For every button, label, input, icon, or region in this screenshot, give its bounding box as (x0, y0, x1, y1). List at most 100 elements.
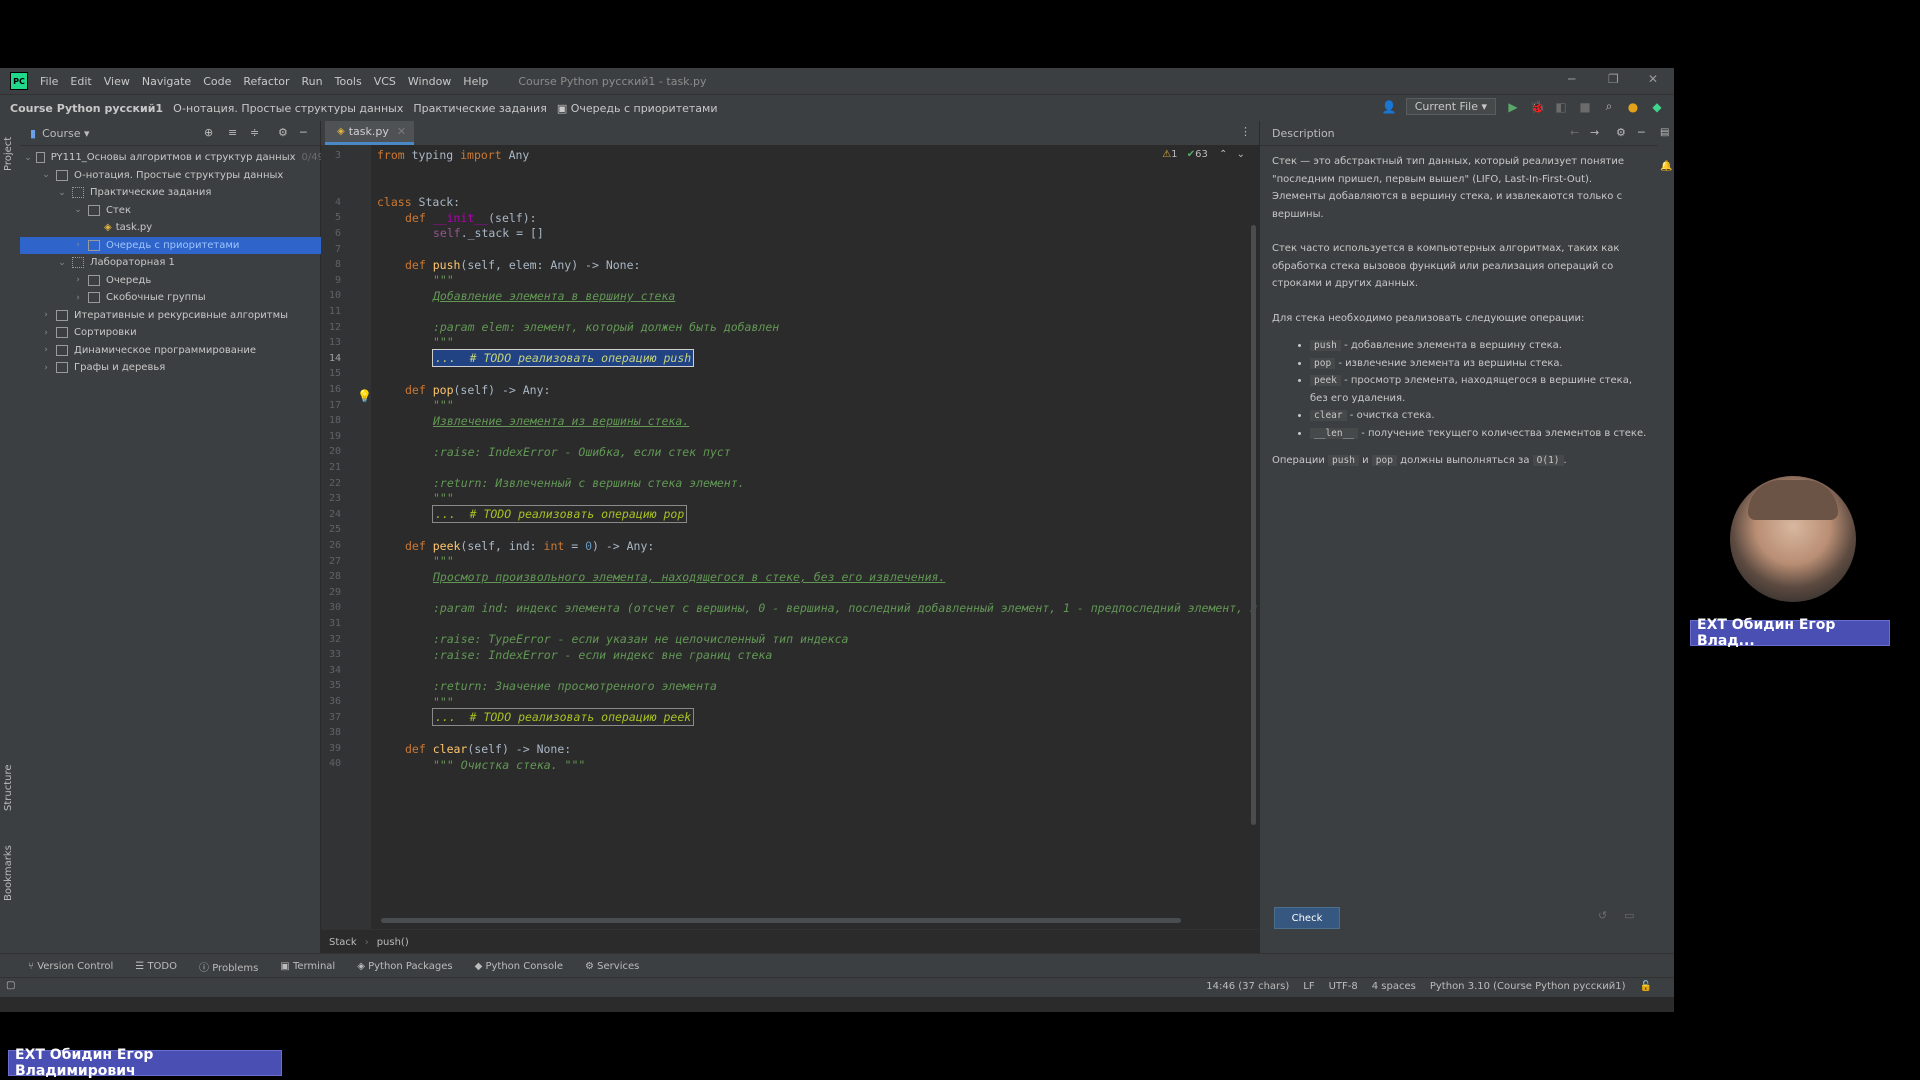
chevron-right-icon[interactable]: › (40, 328, 52, 338)
chevron-right-icon[interactable]: › (40, 345, 52, 355)
terminal-tab[interactable]: ▣ Terminal (280, 961, 335, 972)
lock-icon[interactable]: 🔓 (1640, 981, 1652, 992)
menu-file[interactable]: File (40, 75, 58, 88)
menu-tools[interactable]: Tools (335, 75, 362, 88)
menu-vcs[interactable]: VCS (374, 75, 396, 88)
chevron-down-icon[interactable]: ⌄ (40, 170, 52, 180)
chevron-right-icon[interactable]: › (40, 363, 52, 373)
project-tool-tab[interactable]: Project (3, 137, 14, 171)
chevron-down-icon[interactable]: ⌄ (56, 188, 68, 198)
close-icon[interactable]: ✕ (1648, 72, 1658, 86)
run-config-select[interactable]: Current File ▾ (1405, 98, 1496, 115)
menu-refactor[interactable]: Refactor (243, 75, 289, 88)
hide-panel-icon[interactable]: ─ (300, 126, 307, 139)
locate-icon[interactable]: ⊕ (204, 126, 213, 139)
layout-icon[interactable]: ▢ (6, 980, 15, 991)
jetbrains-icon[interactable]: ◆ (1650, 100, 1664, 114)
gear-icon[interactable]: ⚙ (1616, 126, 1626, 139)
comment-icon[interactable]: ▭ (1624, 909, 1634, 922)
tree-item[interactable]: › Очередь с приоритетами (20, 236, 372, 254)
chevron-down-icon[interactable]: ⌄ (24, 153, 32, 163)
description-header: Description ← → ⚙ ─ (1260, 121, 1659, 146)
menu-help[interactable]: Help (463, 75, 488, 88)
next-highlight-icon[interactable]: ⌄ (1237, 149, 1245, 160)
line-separator[interactable]: LF (1303, 981, 1314, 992)
menu-code[interactable]: Code (203, 75, 231, 88)
chevron-right-icon[interactable]: › (72, 293, 84, 303)
task-tool-icon[interactable]: ▤ (1660, 127, 1669, 138)
menu-window[interactable]: Window (408, 75, 451, 88)
coverage-icon[interactable]: ◧ (1554, 100, 1568, 114)
nav-crumb-task[interactable]: ▣ Очередь с приоритетами (557, 102, 718, 115)
project-view-select[interactable]: Course ▾ (42, 127, 89, 140)
menu-navigate[interactable]: Navigate (142, 75, 191, 88)
breadcrumb-method[interactable]: push() (377, 937, 409, 948)
nav-crumb-lesson[interactable]: Практические задания (413, 102, 546, 115)
problems-tab[interactable]: ⓘ Problems (199, 959, 258, 974)
prev-highlight-icon[interactable]: ⌃ (1219, 149, 1227, 160)
tab-close-icon[interactable]: ✕ (397, 125, 406, 138)
back-arrow-icon[interactable]: ← (1570, 126, 1579, 139)
indent-setting[interactable]: 4 spaces (1372, 981, 1416, 992)
python-console-tab[interactable]: ◆ Python Console (475, 961, 563, 972)
nav-crumb-section[interactable]: O-нотация. Простые структуры данных (173, 102, 403, 115)
tree-item-label: Практические задания (90, 187, 212, 198)
tab-task-py[interactable]: ◈ task.py ✕ (325, 121, 415, 145)
tree-item[interactable]: › Скобочные группы (20, 289, 372, 306)
breadcrumb-class[interactable]: Stack (329, 937, 357, 948)
chevron-right-icon[interactable]: › (72, 275, 84, 285)
menu-edit[interactable]: Edit (70, 75, 91, 88)
todo-tab[interactable]: ☰ TODO (135, 961, 177, 972)
hide-panel-icon[interactable]: ─ (1638, 126, 1645, 139)
minimize-icon[interactable]: ─ (1568, 72, 1575, 86)
restore-icon[interactable]: ❐ (1608, 72, 1619, 86)
version-control-tab[interactable]: ⑂ Version Control (28, 961, 113, 972)
structure-tool-tab[interactable]: Structure (3, 764, 14, 811)
bookmarks-tool-tab[interactable]: Bookmarks (3, 845, 14, 901)
nav-crumb-project[interactable]: Course Python русский1 (10, 102, 163, 115)
horizontal-scrollbar[interactable] (381, 918, 1181, 923)
tree-item[interactable]: › Сортировки (20, 324, 340, 341)
tree-item[interactable]: ⌄ PY111_Основы алгоритмов и структур данн… (20, 149, 324, 166)
update-icon[interactable]: ● (1626, 100, 1640, 114)
python-packages-tab[interactable]: ◈ Python Packages (357, 961, 452, 972)
lightbulb-icon[interactable]: 💡 (357, 389, 372, 403)
gear-icon[interactable]: ⚙ (278, 126, 288, 139)
python-interpreter[interactable]: Python 3.10 (Course Python русский1) (1430, 981, 1626, 992)
tree-item[interactable]: ⌄ Лабораторная 1 (20, 254, 356, 271)
services-tab[interactable]: ⚙ Services (585, 961, 639, 972)
expand-all-icon[interactable]: ≡ (228, 126, 237, 139)
reset-icon[interactable]: ↺ (1598, 909, 1607, 922)
tree-item[interactable]: ⌄ Практические задания (20, 184, 356, 201)
inspection-widget[interactable]: ⚠1 ✔63 ⌃ ⌄ (1162, 149, 1245, 160)
notifications-icon[interactable]: 🔔 (1660, 161, 1672, 172)
check-button[interactable]: Check (1274, 907, 1340, 929)
vertical-scrollbar[interactable] (1251, 225, 1256, 825)
chevron-right-icon[interactable]: › (72, 240, 84, 250)
tree-item[interactable]: › Графы и деревья (20, 359, 340, 376)
tree-item[interactable]: › Итеративные и рекурсивные алгоритмы (20, 307, 340, 324)
menu-view[interactable]: View (104, 75, 130, 88)
forward-arrow-icon[interactable]: → (1590, 126, 1599, 139)
code-line: self._stack = [] (433, 226, 544, 240)
menu-run[interactable]: Run (302, 75, 323, 88)
code-editor[interactable]: ⚠1 ✔63 ⌃ ⌄ from typing import Any class … (371, 145, 1259, 929)
chevron-right-icon[interactable]: › (40, 310, 52, 320)
file-encoding[interactable]: UTF-8 (1329, 981, 1358, 992)
chevron-down-icon[interactable]: ⌄ (56, 258, 68, 268)
line-number: 25 (328, 524, 341, 536)
tree-item[interactable]: › Динамическое программирование (20, 342, 340, 359)
caret-position[interactable]: 14:46 (37 chars) (1206, 981, 1289, 992)
tree-item[interactable]: › Очередь (20, 272, 372, 289)
tree-item[interactable]: ⌄ O-нотация. Простые структуры данных (20, 167, 340, 184)
debug-icon[interactable]: 🐞 (1530, 100, 1545, 114)
stop-icon[interactable]: ■ (1578, 100, 1592, 114)
tree-item[interactable]: ⌄ Стек (20, 202, 372, 219)
chevron-down-icon[interactable]: ⌄ (72, 205, 84, 215)
run-icon[interactable]: ▶ (1506, 100, 1520, 114)
code-line: """ (433, 335, 454, 349)
search-icon[interactable]: ⌕ (1602, 99, 1616, 114)
user-icon[interactable]: 👤 (1382, 100, 1397, 114)
tab-menu-icon[interactable]: ⋮ (1240, 125, 1251, 138)
collapse-all-icon[interactable]: ≑ (250, 126, 259, 139)
